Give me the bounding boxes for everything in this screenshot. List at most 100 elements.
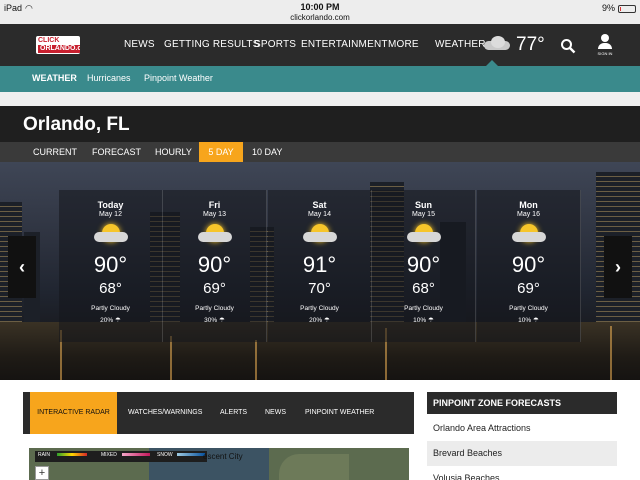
umbrella-icon: ☂	[324, 317, 330, 324]
umbrella-icon: ☂	[533, 317, 539, 324]
high-temp: 90°	[406, 252, 441, 277]
radar-legend: RAIN MIXED SNOW	[35, 451, 207, 462]
rain-percent: 10%	[518, 317, 532, 324]
city-header: Orlando, FL	[0, 106, 640, 142]
subnav-pinpoint-weather[interactable]: Pinpoint Weather	[144, 73, 213, 83]
legend-rain-bar	[57, 453, 87, 456]
map-land	[279, 454, 349, 480]
battery-percent: 9%	[601, 3, 615, 13]
zoom-in-button[interactable]: +	[35, 466, 49, 480]
zone-item[interactable]: Brevard Beaches	[427, 441, 617, 466]
tab-alerts[interactable]: ALERTS	[213, 392, 254, 434]
zone-item[interactable]: Volusia Beaches	[427, 466, 617, 480]
day-date: May 12	[99, 211, 122, 218]
legend-rain: RAIN	[38, 452, 50, 458]
user-icon-body	[598, 43, 612, 49]
day-date: May 16	[517, 211, 540, 218]
low-temp: 68°	[99, 280, 122, 297]
umbrella-icon: ☂	[219, 317, 225, 324]
radar-map[interactable]: RAIN MIXED SNOW escent City +	[29, 448, 409, 480]
search-icon[interactable]	[560, 38, 576, 54]
rain-percent: 20%	[100, 317, 114, 324]
legend-snow: SNOW	[157, 452, 173, 458]
nav-getting-results[interactable]: GETTING RESULTS	[164, 39, 260, 50]
rain-chance: 20% ☂	[59, 316, 162, 324]
logo-line2: ORLANDO.com	[38, 45, 80, 53]
rain-percent: 30%	[204, 317, 218, 324]
subnav-spacer	[0, 92, 640, 106]
high-temp: 90°	[93, 252, 128, 277]
umbrella-icon: ☂	[115, 317, 121, 324]
main-nav: CLICK ORLANDO.com NEWS GETTING RESULTS S…	[0, 24, 640, 66]
battery-icon	[618, 4, 636, 13]
rain-chance: 10% ☂	[372, 316, 475, 324]
map-place-label: escent City	[203, 452, 243, 461]
tab-current[interactable]: CURRENT	[27, 142, 83, 162]
umbrella-icon: ☂	[428, 317, 434, 324]
rain-chance: 30% ☂	[163, 316, 266, 324]
condition-text: Partly Cloudy	[404, 305, 443, 312]
tab-10-day[interactable]: 10 DAY	[246, 142, 288, 162]
subnav-hurricanes[interactable]: Hurricanes	[87, 73, 131, 83]
nav-temperature[interactable]: 77°	[516, 34, 545, 56]
legend-snow-bar	[177, 453, 205, 456]
day-name: Sat	[312, 200, 327, 210]
battery-status: 9%	[602, 3, 636, 13]
weather-subnav: WEATHER Hurricanes Pinpoint Weather	[0, 66, 640, 92]
day-name: Fri	[208, 200, 221, 210]
nav-weather[interactable]: WEATHER	[435, 39, 486, 50]
rain-percent: 10%	[413, 317, 427, 324]
address-bar[interactable]: clickorlando.com	[0, 13, 640, 22]
signin-button[interactable]: SIGN IN	[592, 34, 618, 56]
tab-5-day[interactable]: 5 DAY	[199, 142, 243, 162]
signin-label: SIGN IN	[597, 51, 613, 56]
partly-cloudy-icon	[406, 224, 441, 246]
nav-more[interactable]: MORE	[388, 39, 419, 50]
zone-item[interactable]: Orlando Area Attractions	[427, 416, 617, 441]
high-temp: 90°	[197, 252, 232, 277]
day-card-sun[interactable]: Sun May 15 90° 68° Partly Cloudy 10% ☂	[372, 190, 476, 342]
low-temp: 70°	[308, 280, 331, 297]
radar-tabs: INTERACTIVE RADAR WATCHES/WARNINGS ALERT…	[23, 392, 414, 434]
day-card-fri[interactable]: Fri May 13 90° 69° Partly Cloudy 30% ☂	[163, 190, 267, 342]
high-temp: 90°	[511, 252, 546, 277]
day-card-sat[interactable]: Sat May 14 91° 70° Partly Cloudy 20% ☂	[268, 190, 372, 342]
tab-pinpoint-weather[interactable]: PINPOINT WEATHER	[298, 392, 381, 434]
user-icon	[601, 34, 609, 42]
subnav-weather[interactable]: WEATHER	[32, 73, 77, 83]
tab-hourly[interactable]: HOURLY	[149, 142, 198, 162]
rain-chance: 10% ☂	[477, 316, 580, 324]
tab-news[interactable]: NEWS	[258, 392, 293, 434]
day-card-mon[interactable]: Mon May 16 90° 69° Partly Cloudy 10% ☂	[477, 190, 581, 342]
five-day-forecast: Today May 12 90° 68° Partly Cloudy 20% ☂…	[0, 162, 640, 380]
high-temp: 91°	[302, 252, 337, 277]
light-reflection	[255, 340, 257, 380]
day-name: Sun	[415, 200, 432, 210]
low-temp: 69°	[517, 280, 540, 297]
nav-sports[interactable]: SPORTS	[254, 39, 296, 50]
chevron-right-icon[interactable]: ›	[604, 236, 632, 298]
condition-text: Partly Cloudy	[300, 305, 339, 312]
rain-percent: 20%	[309, 317, 323, 324]
status-bar: iPad ◠ 10:00 PM clickorlando.com 9%	[0, 0, 640, 24]
legend-mixed-bar	[122, 453, 150, 456]
nav-entertainment[interactable]: ENTERTAINMENT	[301, 39, 388, 50]
condition-text: Partly Cloudy	[91, 305, 130, 312]
partly-cloudy-icon	[511, 224, 546, 246]
site-logo[interactable]: CLICK ORLANDO.com	[36, 36, 80, 54]
tab-interactive-radar[interactable]: INTERACTIVE RADAR	[30, 392, 117, 434]
day-name: Mon	[519, 200, 538, 210]
legend-mixed: MIXED	[101, 452, 117, 458]
chevron-left-icon[interactable]: ‹	[8, 236, 36, 298]
tab-forecast[interactable]: FORECAST	[86, 142, 147, 162]
city-name: Orlando, FL	[23, 114, 130, 135]
partly-cloudy-icon	[302, 224, 337, 246]
tab-watches-warnings[interactable]: WATCHES/WARNINGS	[121, 392, 209, 434]
light-reflection	[170, 336, 172, 380]
logo-line1: CLICK	[38, 37, 60, 44]
partly-cloudy-icon	[93, 224, 128, 246]
light-reflection	[610, 326, 612, 380]
day-card-today[interactable]: Today May 12 90° 68° Partly Cloudy 20% ☂	[59, 190, 163, 342]
status-time: 10:00 PM	[300, 2, 340, 12]
nav-news[interactable]: NEWS	[124, 39, 155, 50]
